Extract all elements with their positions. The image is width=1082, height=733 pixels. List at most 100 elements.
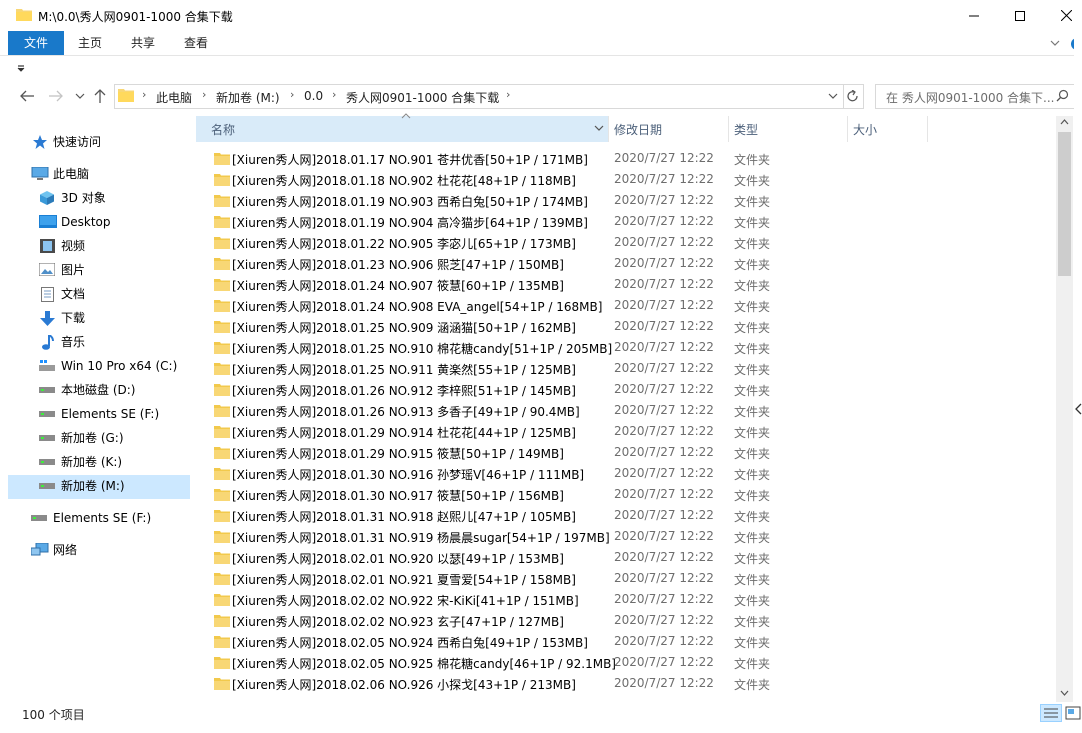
table-row[interactable]: [Xiuren秀人网]2018.01.31 NO.919 杨晨晨sugar[54… <box>196 526 1056 547</box>
file-type: 文件夹 <box>734 384 771 398</box>
folder-icon <box>214 594 230 606</box>
scrollbar-thumb[interactable] <box>1058 132 1071 276</box>
nav-item-music[interactable]: 音乐 <box>0 330 190 354</box>
file-name: [Xiuren秀人网]2018.01.24 NO.908 EVA_angel[5… <box>232 300 603 314</box>
table-row[interactable]: [Xiuren秀人网]2018.01.26 NO.913 多香子[49+1P /… <box>196 400 1056 421</box>
nav-item-network[interactable]: 网络 <box>0 538 190 562</box>
breadcrumb-drive-m[interactable]: 新加卷 (M:) <box>216 89 280 106</box>
nav-item-drive-g[interactable]: 新加卷 (G:) <box>0 426 190 450</box>
tab-view[interactable]: 查看 <box>184 31 208 55</box>
breadcrumb-current-folder[interactable]: 秀人网0901-1000 合集下载 <box>346 89 499 106</box>
table-row[interactable]: [Xiuren秀人网]2018.02.06 NO.926 小探戈[43+1P /… <box>196 673 1056 694</box>
nav-item-videos[interactable]: 视频 <box>0 234 190 258</box>
drive-icon <box>39 387 55 393</box>
breadcrumb-separator[interactable]: › <box>506 88 510 101</box>
customize-toolbar-icon[interactable] <box>17 65 25 73</box>
close-button[interactable] <box>1043 0 1082 31</box>
large-icons-view-icon[interactable] <box>1064 704 1082 722</box>
nav-item-3d-objects[interactable]: 3D 对象 <box>0 186 190 210</box>
drive-icon <box>39 459 55 465</box>
up-arrow-icon[interactable] <box>93 88 107 104</box>
table-row[interactable]: [Xiuren秀人网]2018.01.19 NO.904 高冷猫步[64+1P … <box>196 211 1056 232</box>
table-row[interactable]: [Xiuren秀人网]2018.01.30 NO.916 孙梦瑶V[46+1P … <box>196 463 1056 484</box>
breadcrumb-folder-0-0[interactable]: 0.0 <box>304 89 323 103</box>
column-divider[interactable] <box>847 116 848 142</box>
table-row[interactable]: [Xiuren秀人网]2018.01.29 NO.914 杜花花[44+1P /… <box>196 421 1056 442</box>
folder-icon <box>214 447 230 459</box>
column-filter-dropdown-icon[interactable] <box>594 125 604 132</box>
recent-locations-icon[interactable] <box>75 92 85 100</box>
nav-item-desktop[interactable]: Desktop <box>0 210 190 234</box>
minimize-button[interactable] <box>951 0 997 31</box>
nav-item-downloads[interactable]: 下载 <box>0 306 190 330</box>
scroll-up-icon[interactable] <box>1060 119 1069 125</box>
breadcrumb-separator[interactable]: › <box>290 88 294 101</box>
column-divider[interactable] <box>608 116 609 142</box>
close-icon <box>1060 10 1072 21</box>
maximize-button[interactable] <box>997 0 1043 31</box>
details-view-icon[interactable] <box>1040 704 1062 722</box>
table-row[interactable]: [Xiuren秀人网]2018.01.26 NO.912 李梓熙[51+1P /… <box>196 379 1056 400</box>
nav-item-drive-d[interactable]: 本地磁盘 (D:) <box>0 378 190 402</box>
column-divider[interactable] <box>927 116 928 142</box>
file-type: 文件夹 <box>734 279 771 293</box>
table-row[interactable]: [Xiuren秀人网]2018.02.02 NO.923 玄子[47+1P / … <box>196 610 1056 631</box>
table-row[interactable]: [Xiuren秀人网]2018.02.02 NO.922 宋-KiKi[41+1… <box>196 589 1056 610</box>
nav-item-drive-k[interactable]: 新加卷 (K:) <box>0 450 190 474</box>
table-row[interactable]: [Xiuren秀人网]2018.02.05 NO.924 西希白兔[49+1P … <box>196 631 1056 652</box>
tab-file[interactable]: 文件 <box>8 31 64 55</box>
breadcrumb-this-pc[interactable]: 此电脑 <box>156 89 192 106</box>
table-row[interactable]: [Xiuren秀人网]2018.01.18 NO.902 杜花花[48+1P /… <box>196 169 1056 190</box>
folder-icon <box>214 258 230 270</box>
nav-item-documents[interactable]: 文档 <box>0 282 190 306</box>
column-divider[interactable] <box>728 116 729 142</box>
minimize-icon <box>969 15 979 16</box>
table-row[interactable]: [Xiuren秀人网]2018.02.05 NO.925 棉花糖candy[46… <box>196 652 1056 673</box>
refresh-button[interactable] <box>843 84 864 109</box>
collapse-pane-icon[interactable] <box>1075 402 1082 416</box>
column-header-type[interactable]: 类型 <box>734 121 758 138</box>
breadcrumb-separator[interactable]: › <box>332 88 336 101</box>
nav-item-drive-m[interactable]: 新加卷 (M:) <box>0 474 190 498</box>
forward-arrow-icon[interactable] <box>48 89 64 103</box>
file-name: [Xiuren秀人网]2018.02.05 NO.924 西希白兔[49+1P … <box>232 636 588 650</box>
folder-icon <box>214 636 230 648</box>
file-date: 2020/7/27 12:22 <box>614 277 714 291</box>
table-row[interactable]: [Xiuren秀人网]2018.01.25 NO.910 棉花糖candy[51… <box>196 337 1056 358</box>
table-row[interactable]: [Xiuren秀人网]2018.01.19 NO.903 西希白兔[50+1P … <box>196 190 1056 211</box>
table-row[interactable]: [Xiuren秀人网]2018.01.25 NO.911 黄楽然[55+1P /… <box>196 358 1056 379</box>
nav-item-quick-access[interactable]: 快速访问 <box>0 130 190 154</box>
nav-item-pictures[interactable]: 图片 <box>0 258 190 282</box>
column-header-size[interactable]: 大小 <box>853 121 877 138</box>
table-row[interactable]: [Xiuren秀人网]2018.01.29 NO.915 筱慧[50+1P / … <box>196 442 1056 463</box>
table-row[interactable]: [Xiuren秀人网]2018.01.30 NO.917 筱慧[50+1P / … <box>196 484 1056 505</box>
file-date: 2020/7/27 12:22 <box>614 151 714 165</box>
nav-item-this-pc[interactable]: 此电脑 <box>0 162 190 186</box>
column-header-name[interactable]: 名称 <box>211 121 235 138</box>
table-row[interactable]: [Xiuren秀人网]2018.01.23 NO.906 熙芝[47+1P / … <box>196 253 1056 274</box>
search-icon[interactable] <box>1056 89 1069 102</box>
sort-ascending-icon <box>401 113 411 119</box>
table-row[interactable]: [Xiuren秀人网]2018.01.24 NO.908 EVA_angel[5… <box>196 295 1056 316</box>
tab-share[interactable]: 共享 <box>131 31 155 55</box>
nav-item-drive-c[interactable]: Win 10 Pro x64 (C:) <box>0 354 190 378</box>
back-arrow-icon[interactable] <box>19 89 35 103</box>
table-row[interactable]: [Xiuren秀人网]2018.01.31 NO.918 赵熙儿[47+1P /… <box>196 505 1056 526</box>
table-row[interactable]: [Xiuren秀人网]2018.02.01 NO.920 以瑟[49+1P / … <box>196 547 1056 568</box>
table-row[interactable]: [Xiuren秀人网]2018.01.25 NO.909 涵涵猫[50+1P /… <box>196 316 1056 337</box>
column-header-date[interactable]: 修改日期 <box>614 121 662 138</box>
folder-icon <box>214 573 230 585</box>
address-dropdown-icon[interactable] <box>828 92 838 100</box>
ribbon-expand-icon[interactable] <box>1050 39 1060 47</box>
table-row[interactable]: [Xiuren秀人网]2018.01.22 NO.905 李宓儿[65+1P /… <box>196 232 1056 253</box>
table-row[interactable]: [Xiuren秀人网]2018.02.01 NO.921 夏雪爱[54+1P /… <box>196 568 1056 589</box>
nav-item-drive-f[interactable]: Elements SE (F:) <box>0 402 190 426</box>
folder-icon <box>214 321 230 333</box>
table-row[interactable]: [Xiuren秀人网]2018.01.17 NO.901 苍井优香[50+1P … <box>196 148 1056 169</box>
tab-home[interactable]: 主页 <box>78 31 102 55</box>
breadcrumb-separator[interactable]: › <box>202 88 206 101</box>
nav-item-elements-se[interactable]: Elements SE (F:) <box>0 506 190 530</box>
breadcrumb-separator[interactable]: › <box>142 88 146 101</box>
table-row[interactable]: [Xiuren秀人网]2018.01.24 NO.907 筱慧[60+1P / … <box>196 274 1056 295</box>
scroll-down-icon[interactable] <box>1060 690 1069 696</box>
